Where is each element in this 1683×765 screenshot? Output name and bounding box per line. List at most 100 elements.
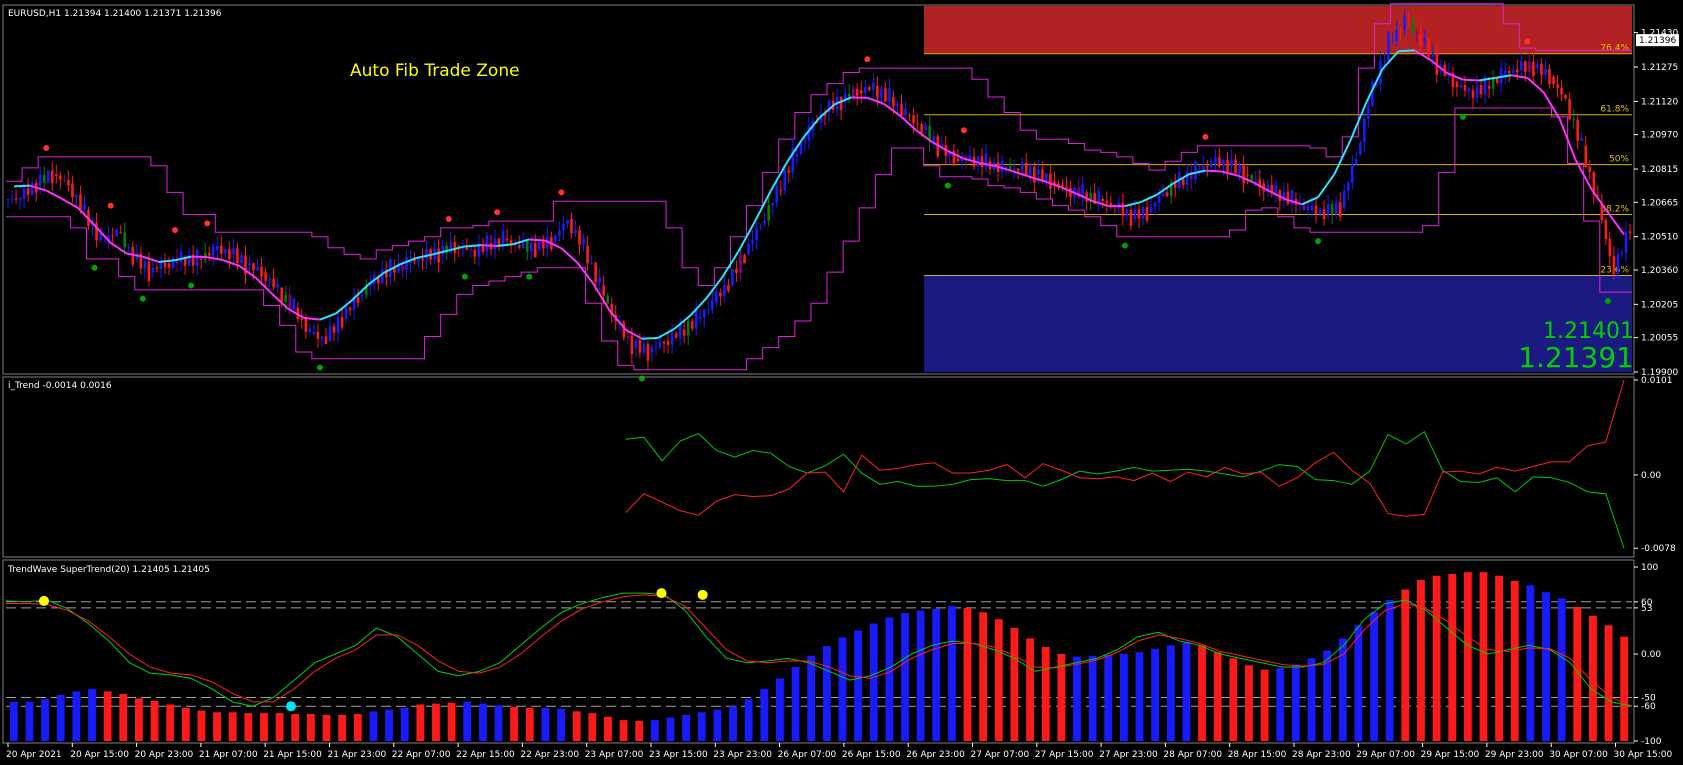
buy-signal-dot [188, 282, 195, 289]
histogram-bar [1088, 655, 1097, 741]
candle-body [1507, 70, 1511, 74]
candle-body [1395, 29, 1398, 41]
histogram-bar [1291, 664, 1300, 741]
histogram-bar [1041, 647, 1050, 741]
candle-body [248, 263, 251, 266]
candle-body [594, 262, 597, 283]
sell-signal-dot [204, 220, 211, 227]
buy-signal-dot [1459, 113, 1466, 120]
histogram-bar [635, 720, 644, 741]
buy-signal-dot [316, 364, 323, 371]
trendwave-tick-label: 53 [1641, 604, 1652, 614]
histogram-bar [541, 707, 550, 741]
histogram-bar [1370, 612, 1378, 741]
candle-body [606, 295, 609, 304]
candle-body [1520, 61, 1523, 71]
candle-body [453, 242, 457, 253]
sell-signal-dot [107, 202, 114, 209]
candle-body [493, 238, 497, 250]
candle-body [863, 87, 867, 94]
histogram-bar [1510, 580, 1519, 741]
candle-body [1359, 142, 1362, 155]
histogram-bar [1557, 598, 1566, 741]
candle-body [884, 88, 887, 102]
candle-body [1314, 205, 1318, 214]
candle-body [348, 307, 352, 310]
candle-body [1556, 84, 1559, 88]
histogram-bar [776, 678, 784, 741]
histogram-bar [432, 703, 440, 741]
candle-body [1532, 61, 1535, 77]
candle-body [421, 258, 424, 261]
histogram-bar [134, 698, 143, 741]
candle-body [690, 321, 694, 329]
candle-body [332, 326, 336, 333]
candle-body [340, 317, 344, 328]
candle-body [63, 179, 66, 181]
candle-body [1584, 145, 1588, 168]
candle-body [1572, 119, 1575, 121]
histogram-bar [213, 712, 221, 741]
histogram-bar [1354, 625, 1363, 741]
candle-body [646, 343, 650, 361]
time-tick-label: 22 Apr 23:00 [520, 750, 579, 760]
time-tick-label: 23 Apr 07:00 [585, 750, 644, 760]
candle-body [224, 249, 227, 254]
candle-body [767, 205, 770, 221]
itrend-tick-label: 0.00 [1641, 471, 1661, 481]
candle-body [880, 88, 883, 98]
buy-signal-dot [1315, 238, 1322, 245]
candle-body [1133, 209, 1137, 219]
candle-body [1000, 160, 1004, 172]
histogram-bar [56, 694, 65, 741]
candle-body [1475, 85, 1479, 98]
candle-body [1020, 162, 1024, 171]
candle-body [38, 174, 42, 186]
candle-body [1218, 157, 1221, 167]
histogram-bar [1573, 607, 1582, 741]
ask-display: 1.21391 [1518, 341, 1634, 374]
candle-body [868, 87, 871, 90]
time-tick-label: 20 Apr 23:00 [135, 750, 194, 760]
histogram-bar [385, 709, 393, 741]
candle-body [260, 266, 263, 278]
buy-signal-dot [526, 273, 533, 280]
histogram-bar [838, 637, 847, 741]
histogram-bar [275, 713, 284, 741]
chart-title: Auto Fib Trade Zone [350, 61, 520, 81]
histogram-bar [9, 701, 18, 741]
candle-body [582, 238, 585, 245]
candle-body [678, 323, 682, 338]
candle-body [872, 82, 875, 90]
candle-body [1423, 38, 1427, 42]
ma-segment [529, 238, 546, 242]
candle-body [1620, 252, 1624, 255]
histogram-bar [1104, 654, 1113, 741]
time-tick-label: 27 Apr 07:00 [971, 750, 1030, 760]
histogram-bar [619, 720, 628, 741]
sell-signal-dot [960, 127, 967, 134]
candle-body [682, 329, 686, 336]
candle-body [1286, 191, 1290, 205]
histogram-bar [1495, 575, 1504, 741]
candle-body [163, 263, 167, 267]
candle-body [220, 245, 223, 254]
time-tick-label: 21 Apr 23:00 [328, 750, 387, 760]
sell-signal-dot [558, 189, 565, 196]
candle-body [924, 125, 927, 131]
time-tick-label: 26 Apr 07:00 [778, 750, 837, 760]
candle-body [1499, 68, 1503, 83]
histogram-bar [1245, 665, 1253, 741]
price-tick-label: 1.20055 [1641, 334, 1678, 344]
trendwave-signal-dot [697, 589, 708, 600]
candle-body [1439, 64, 1443, 66]
candle-body [956, 159, 960, 162]
candle-body [839, 96, 843, 111]
candle-body [779, 190, 783, 192]
candle-body [1129, 210, 1133, 227]
candle-body [1016, 168, 1020, 171]
candle-body [1487, 85, 1491, 89]
candle-body [485, 235, 489, 252]
candle-body [199, 258, 203, 260]
candle-body [1181, 179, 1185, 185]
